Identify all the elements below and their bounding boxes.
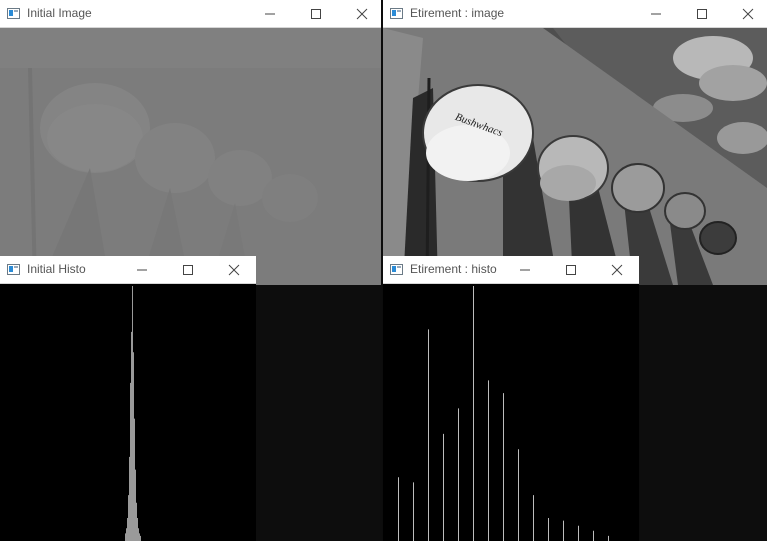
window-title: Initial Image (27, 6, 92, 20)
etirement-image-window[interactable]: Etirement : image Bushwhacs (383, 0, 767, 285)
close-button[interactable] (339, 0, 381, 28)
minimize-icon (265, 13, 275, 15)
minimize-button[interactable] (247, 0, 293, 28)
window-title: Initial Histo (27, 262, 86, 276)
initial-histo-window[interactable]: Initial Histo (0, 256, 256, 541)
maximize-button[interactable] (679, 0, 725, 28)
background-panel-left (256, 285, 382, 541)
maximize-icon (697, 9, 707, 19)
initial-histogram (0, 284, 256, 541)
app-icon (7, 264, 20, 275)
close-button[interactable] (725, 0, 767, 28)
maximize-button[interactable] (165, 256, 211, 284)
etirement-histo-canvas (383, 284, 639, 541)
window-title: Etirement : image (410, 6, 505, 20)
minimize-button[interactable] (633, 0, 679, 28)
maximize-icon (183, 265, 193, 275)
minimize-icon (137, 269, 147, 271)
app-icon (7, 8, 20, 19)
app-icon (390, 8, 403, 19)
maximize-button[interactable] (548, 256, 594, 284)
close-icon (356, 8, 368, 20)
minimize-button[interactable] (119, 256, 165, 284)
close-button[interactable] (594, 256, 639, 284)
close-button[interactable] (211, 256, 256, 284)
minimize-button[interactable] (502, 256, 548, 284)
initial-image-window[interactable]: Initial Image (0, 0, 381, 285)
close-icon (611, 264, 623, 276)
close-icon (742, 8, 754, 20)
initial-photo (0, 28, 381, 285)
stretched-photo: Bushwhacs (383, 28, 767, 285)
maximize-icon (311, 9, 321, 19)
background-panel-right (640, 285, 767, 541)
minimize-icon (520, 269, 530, 271)
initial-histo-canvas (0, 284, 256, 541)
initial-histo-titlebar[interactable]: Initial Histo (0, 256, 256, 284)
etirement-image-titlebar[interactable]: Etirement : image (383, 0, 767, 28)
app-icon (390, 264, 403, 275)
etirement-image-canvas: Bushwhacs (383, 28, 767, 285)
initial-image-titlebar[interactable]: Initial Image (0, 0, 381, 28)
etirement-histo-titlebar[interactable]: Etirement : histo (383, 256, 639, 284)
window-title: Etirement : histo (410, 262, 497, 276)
etirement-histogram (383, 284, 639, 541)
histogram-background (383, 284, 639, 541)
maximize-icon (566, 265, 576, 275)
maximize-button[interactable] (293, 0, 339, 28)
initial-image-canvas (0, 28, 381, 285)
close-icon (228, 264, 240, 276)
etirement-histo-window[interactable]: Etirement : histo (383, 256, 639, 541)
minimize-icon (651, 13, 661, 15)
